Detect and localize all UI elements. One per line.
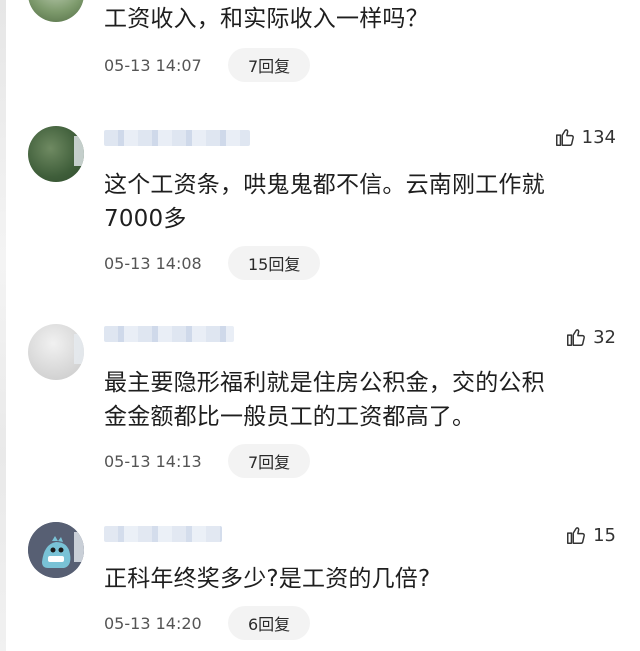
reply-button[interactable]: 7回复 [228, 444, 311, 478]
comment-text: 正科年终奖多少?是工资的几倍? [104, 566, 431, 592]
avatar[interactable] [28, 126, 84, 182]
comment-meta: 05-13 14:08 15回复 [104, 246, 321, 280]
like-button[interactable]: 32 [565, 326, 616, 348]
comment-meta: 05-13 14:07 7回复 [104, 48, 311, 82]
username-blurred[interactable] [104, 526, 222, 542]
left-edge-strip [0, 0, 6, 651]
comment-text: 最主要隐形福利就是住房公积金，交的公积 金金额都比一般员工的工资都高了。 [104, 370, 545, 430]
avatar[interactable] [28, 324, 84, 380]
comment-time: 05-13 14:20 [104, 613, 202, 633]
thumbs-up-icon [555, 129, 574, 146]
avatar[interactable] [28, 0, 84, 22]
comment-meta: 05-13 14:20 6回复 [104, 606, 311, 640]
avatar-blur [74, 136, 84, 166]
reply-button[interactable]: 7回复 [228, 48, 311, 82]
like-button[interactable]: 15 [565, 524, 616, 546]
like-button[interactable]: 134 [554, 126, 616, 148]
username-blurred[interactable] [104, 130, 250, 146]
avatar-blur [74, 334, 84, 364]
comment-time: 05-13 14:13 [104, 451, 202, 471]
like-count: 134 [581, 126, 616, 148]
comment-list-page: 工资收入，和实际收入一样吗？ 05-13 14:07 7回复 134 这个工资条… [0, 0, 640, 651]
comment-time: 05-13 14:08 [104, 253, 202, 273]
comment-time: 05-13 14:07 [104, 55, 202, 75]
thumbs-up-icon [567, 329, 586, 346]
like-count: 32 [593, 326, 616, 348]
reply-button[interactable]: 15回复 [228, 246, 321, 280]
comment-text: 工资收入，和实际收入一样吗？ [104, 6, 429, 32]
thumbs-up-icon [567, 527, 586, 544]
comment-text: 这个工资条，哄鬼鬼都不信。云南刚工作就 7000多 [104, 172, 545, 232]
avatar[interactable] [28, 522, 84, 578]
comment-meta: 05-13 14:13 7回复 [104, 444, 311, 478]
reply-button[interactable]: 6回复 [228, 606, 311, 640]
avatar-blur [74, 532, 84, 562]
like-count: 15 [593, 524, 616, 546]
username-blurred[interactable] [104, 326, 234, 342]
